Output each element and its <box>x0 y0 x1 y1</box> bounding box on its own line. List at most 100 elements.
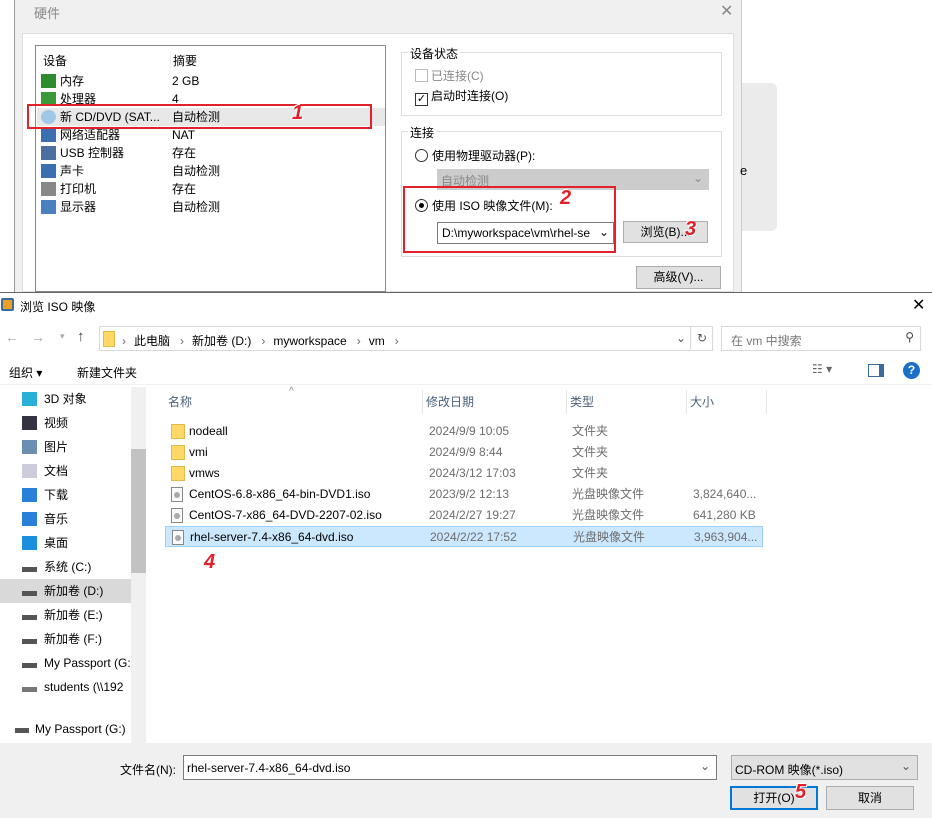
refresh-icon[interactable]: ↻ <box>690 327 713 350</box>
nav-item[interactable]: 图片 <box>0 435 131 459</box>
new-folder-button[interactable]: 新建文件夹 <box>77 364 137 381</box>
file-date: 2024/2/22 17:52 <box>430 530 517 544</box>
file-row[interactable]: rhel-server-7.4-x86_64-dvd.iso 2024/2/22 … <box>165 526 763 547</box>
back-button[interactable]: ← <box>5 329 19 345</box>
nav-item[interactable]: students (\\192 <box>0 675 131 699</box>
hardware-close-button[interactable]: ✕ <box>720 1 733 21</box>
search-placeholder: 在 vm 中搜索 <box>731 334 802 348</box>
search-icon: ⚲ <box>905 330 914 344</box>
nav-item[interactable]: 视频 <box>0 411 131 435</box>
device-row[interactable]: USB 控制器 存在 <box>37 144 385 162</box>
drive-icon <box>15 728 29 733</box>
breadcrumb-item[interactable]: myworkspace <box>273 334 346 348</box>
nav-item-my-passport-g[interactable]: My Passport (G:) <box>15 717 146 741</box>
nav-item[interactable]: 新加卷 (F:) <box>0 627 131 651</box>
file-type-value: CD-ROM 映像(*.iso) <box>735 763 843 777</box>
nav-item-label: My Passport (G:) <box>35 722 126 736</box>
nav-item[interactable]: 下载 <box>0 483 131 507</box>
breadcrumb: › 此电脑 › 新加卷 (D:) › myworkspace › vm › <box>122 332 399 349</box>
nav-item[interactable]: 音乐 <box>0 507 131 531</box>
nav-item[interactable]: 桌面 <box>0 531 131 555</box>
nav-item[interactable]: 新加卷 (E:) <box>0 603 131 627</box>
file-row[interactable]: CentOS-7-x86_64-DVD-2207-02.iso 2024/2/27… <box>165 505 763 526</box>
recent-dropdown[interactable]: ▾ <box>60 331 65 342</box>
browse-iso-dialog: 浏览 ISO 映像 ✕ ← → ▾ ↑ › 此电脑 › 新加卷 (D:) › mywork… <box>0 292 932 818</box>
file-type: 文件夹 <box>572 424 609 438</box>
file-row[interactable]: vmi 2024/9/9 8:44 文件夹 <box>165 442 763 463</box>
column-header[interactable]: 名称 <box>165 390 423 414</box>
device-row[interactable]: 显示器 自动检测 <box>37 198 385 216</box>
device-name: 打印机 <box>60 182 97 196</box>
nav-scrollbar-thumb[interactable] <box>131 449 146 573</box>
file-type: 文件夹 <box>572 466 609 480</box>
3d-objects-icon <box>22 392 37 406</box>
device-row[interactable]: 声卡 自动检测 <box>37 162 385 180</box>
file-row[interactable]: nodeall 2024/9/9 10:05 文件夹 <box>165 421 763 442</box>
nav-item[interactable]: 文档 <box>0 459 131 483</box>
nav-item-label: 音乐 <box>44 512 69 526</box>
desktop-icon <box>22 536 37 550</box>
forward-button[interactable]: → <box>31 329 45 345</box>
file-row[interactable]: vmws 2024/3/12 17:03 文件夹 <box>165 463 763 484</box>
file-name: vmi <box>189 445 208 459</box>
nav-item[interactable]: 新加卷 (D:) <box>0 579 131 603</box>
file-type: 文件夹 <box>572 445 609 459</box>
video-icon <box>22 416 37 430</box>
column-header[interactable]: 类型 <box>567 390 687 414</box>
nav-item-label: 系统 (C:) <box>44 560 92 574</box>
nav-item[interactable]: 系统 (C:) <box>0 555 131 579</box>
nav-item[interactable]: My Passport (G:) <box>0 651 131 675</box>
organize-button[interactable]: 组织 ▾ <box>9 364 42 381</box>
column-summary[interactable]: 摘要 <box>170 52 197 69</box>
device-row[interactable]: 内存 2 GB <box>37 72 385 90</box>
chevron-down-icon: ⌄ <box>699 759 710 773</box>
nav-item-label: 桌面 <box>44 536 69 550</box>
device-row[interactable]: 打印机 存在 <box>37 180 385 198</box>
file-name: CentOS-6.8-x86_64-bin-DVD1.iso <box>189 487 371 501</box>
advanced-button[interactable]: 高级(V)... <box>636 266 721 289</box>
file-row[interactable]: CentOS-6.8-x86_64-bin-DVD1.iso 2023/9/2 1… <box>165 484 763 505</box>
connect-on-power-checkbox[interactable]: ✓ 启动时连接(O) <box>415 87 508 106</box>
up-button[interactable]: ↑ <box>77 328 85 345</box>
file-date: 2024/2/27 19:27 <box>429 508 516 522</box>
search-input[interactable]: 在 vm 中搜索 ⚲ <box>721 326 921 351</box>
breadcrumb-chevron-icon: › <box>261 334 266 348</box>
address-bar[interactable]: › 此电脑 › 新加卷 (D:) › myworkspace › vm › ⌄ ↻ <box>99 326 713 351</box>
breadcrumb-item[interactable]: 新加卷 (D:) <box>192 334 251 348</box>
physical-drive-label: 使用物理驱动器(P): <box>432 149 536 163</box>
physical-drive-radio[interactable]: 使用物理驱动器(P): <box>415 147 535 164</box>
device-name: 内存 <box>60 74 85 88</box>
connected-checkbox[interactable]: 已连接(C) <box>415 67 484 84</box>
breadcrumb-chevron-icon: › <box>122 334 126 348</box>
filename-input[interactable]: rhel-server-7.4-x86_64-dvd.iso ⌄ <box>183 755 717 780</box>
printer-icon <box>41 182 56 196</box>
preview-pane-icon[interactable] <box>868 364 884 377</box>
hardware-dialog-title: 硬件 <box>34 6 61 21</box>
nav-item[interactable]: 3D 对象 <box>0 387 131 411</box>
file-date: 2024/9/9 8:44 <box>429 445 503 459</box>
breadcrumb-chevron-icon: › <box>356 334 361 348</box>
help-icon[interactable]: ? <box>903 362 920 379</box>
navigation-pane: 3D 对象视频 图片 文档 下载音乐桌面系统 (C:) 新加卷 (D:) 新加卷 (E:)… <box>0 387 148 743</box>
music-icon <box>22 512 37 526</box>
drive-icon <box>22 591 37 596</box>
address-dropdown-icon[interactable]: ⌄ <box>676 331 686 345</box>
view-options-icon[interactable]: ☷ ▾ <box>812 362 832 376</box>
background-card: e <box>740 83 777 231</box>
column-header[interactable]: 大小 <box>687 390 767 414</box>
nav-item-label: 3D 对象 <box>44 392 87 406</box>
column-header[interactable]: 修改日期 <box>423 390 567 414</box>
browse-close-button[interactable]: ✕ <box>912 295 925 315</box>
monitor-icon <box>41 200 56 214</box>
drive-icon <box>22 567 37 572</box>
file-type-select[interactable]: CD-ROM 映像(*.iso) ⌄ <box>731 755 918 780</box>
download-icon <box>22 488 37 502</box>
device-status-legend: 设备状态 <box>408 45 461 62</box>
cancel-button[interactable]: 取消 <box>826 786 914 810</box>
device-summary: 自动检测 <box>172 200 221 214</box>
column-device[interactable]: 设备 <box>43 52 67 69</box>
nav-scrollbar[interactable] <box>131 387 146 743</box>
breadcrumb-item[interactable]: 此电脑 <box>134 334 170 348</box>
breadcrumb-item[interactable]: vm <box>369 334 385 348</box>
device-list[interactable]: 设备 摘要 内存 2 GB 处理器 4 新 CD/DVD (SAT... 自动检测 网络适配… <box>35 45 386 292</box>
